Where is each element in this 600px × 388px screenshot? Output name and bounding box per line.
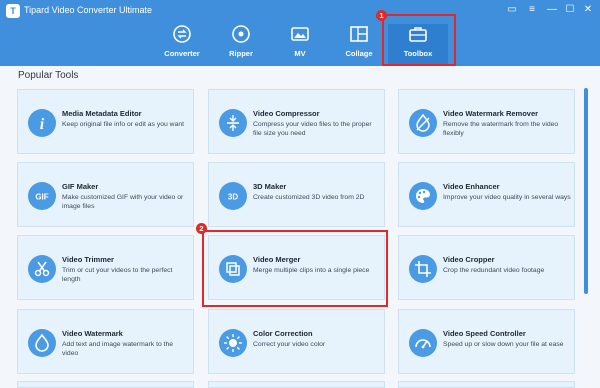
tool-card-video-trimmer[interactable]: Video Trimmer Trim or cut your videos to… (17, 235, 194, 300)
tool-description: Trim or cut your videos to the perfect l… (62, 267, 173, 283)
svg-text:GIF: GIF (35, 193, 48, 202)
tool-description: Improve your video quality in several wa… (443, 194, 571, 201)
tool-title: Media Metadata Editor (62, 109, 142, 118)
3d-icon: 3D (219, 182, 247, 210)
tool-card-partial[interactable] (398, 381, 575, 388)
tool-description: Compress your video files to the proper … (253, 121, 372, 137)
close-button[interactable]: ✕ (580, 3, 596, 17)
menu-icon[interactable]: ≡ (524, 3, 540, 17)
svg-text:3D: 3D (228, 193, 238, 202)
ripper-icon (232, 25, 250, 43)
tab-ripper[interactable]: Ripper (211, 24, 271, 64)
tab-collage-label: Collage (345, 49, 373, 58)
scrollbar[interactable] (584, 88, 588, 294)
chat-icon[interactable]: ▭ (504, 3, 520, 17)
tool-card-video-enhancer[interactable]: Video Enhancer Improve your video qualit… (398, 162, 575, 227)
tool-title: Video Enhancer (443, 182, 500, 191)
converter-icon (173, 25, 191, 43)
mv-icon (291, 27, 309, 41)
sun-icon (219, 329, 247, 357)
app-logo-icon: T (6, 4, 20, 18)
tool-description: Create customized 3D video from 2D (253, 194, 365, 201)
tool-title: GIF Maker (62, 182, 99, 191)
tool-card-gif-maker[interactable]: GIF GIF Maker Make customized GIF with y… (17, 162, 194, 227)
tab-mv[interactable]: MV (270, 24, 330, 64)
tab-mv-label: MV (294, 49, 306, 58)
tool-description: Speed up or slow down your file at ease (443, 341, 564, 348)
droplet-icon (28, 329, 56, 357)
tool-title: Video Trimmer (62, 255, 114, 264)
step-1-badge: 1 (376, 10, 387, 21)
top-bar: T Tipard Video Converter Ultimate ▭ ≡ — … (0, 0, 600, 66)
minimize-button[interactable]: — (544, 3, 560, 17)
tool-title: Color Correction (253, 329, 313, 338)
speed-icon (409, 329, 437, 357)
tool-title: Video Watermark Remover (443, 109, 539, 118)
section-title: Popular Tools (18, 70, 79, 81)
tool-card-color-correction[interactable]: Color Correction Correct your video colo… (208, 309, 385, 374)
tool-card-partial[interactable] (17, 381, 194, 388)
tool-description: Correct your video color (253, 341, 326, 348)
tool-description: Make customized GIF with your video or i… (62, 194, 184, 210)
tool-description: Crop the redundant video footage (443, 267, 545, 274)
tab-converter[interactable]: Converter (152, 24, 212, 64)
scissors-icon (28, 255, 56, 283)
app-title: Tipard Video Converter Ultimate (24, 5, 153, 15)
crop-icon (409, 255, 437, 283)
tool-title: Video Cropper (443, 255, 495, 264)
maximize-button[interactable]: ☐ (562, 3, 578, 17)
tool-card-video-speed-controller[interactable]: Video Speed Controller Speed up or slow … (398, 309, 575, 374)
video-merger-highlight-box (202, 230, 388, 307)
step-2-badge: 2 (196, 223, 207, 234)
tool-card-video-compressor[interactable]: Video Compressor Compress your video fil… (208, 89, 385, 154)
tool-title: Video Speed Controller (443, 329, 526, 338)
tool-card-partial[interactable] (208, 381, 385, 388)
watermark-remove-icon (409, 109, 437, 137)
gif-icon: GIF (28, 182, 56, 210)
compress-icon (219, 109, 247, 137)
collage-icon (350, 26, 368, 42)
tool-title: Video Watermark (62, 329, 123, 338)
info-icon: i (28, 109, 56, 137)
svg-text:i: i (40, 116, 45, 133)
tool-card-video-watermark-remover[interactable]: Video Watermark Remover Remove the water… (398, 89, 575, 154)
tool-card-video-cropper[interactable]: Video Cropper Crop the redundant video f… (398, 235, 575, 300)
tool-title: Video Compressor (253, 109, 320, 118)
toolbox-highlight-box (382, 14, 456, 66)
tool-title: 3D Maker (253, 182, 287, 191)
tab-collage[interactable]: Collage (329, 24, 389, 64)
tool-description: Keep original file info or edit as you w… (62, 121, 185, 128)
palette-icon (409, 182, 437, 210)
tool-card-media-metadata-editor[interactable]: i Media Metadata Editor Keep original fi… (17, 89, 194, 154)
tab-converter-label: Converter (164, 49, 200, 58)
tool-description: Remove the watermark from the video flex… (443, 121, 559, 137)
tab-ripper-label: Ripper (229, 49, 253, 58)
tool-card-3d-maker[interactable]: 3D 3D Maker Create customized 3D video f… (208, 162, 385, 227)
tool-description: Add text and image watermark to the vide… (62, 341, 174, 357)
tool-card-video-watermark[interactable]: Video Watermark Add text and image water… (17, 309, 194, 374)
